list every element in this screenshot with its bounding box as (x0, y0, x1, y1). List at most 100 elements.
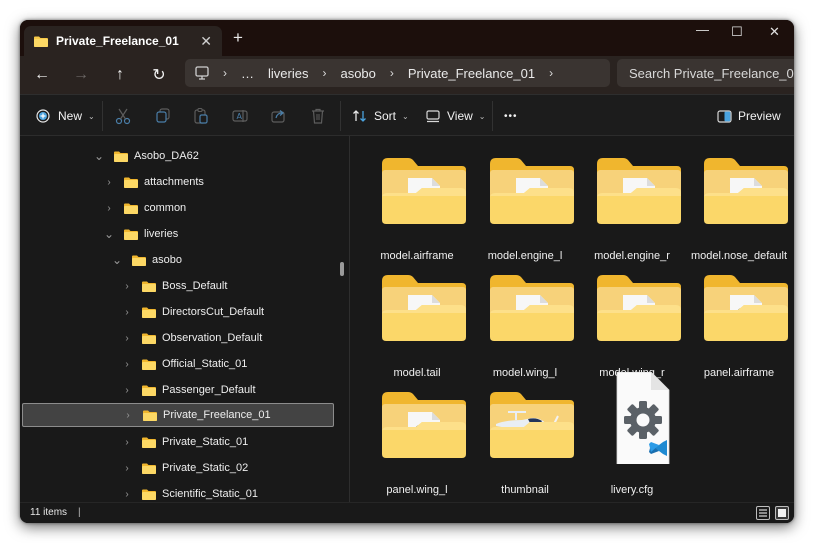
chevron-down-icon[interactable]: ⌄ (110, 253, 124, 267)
tree-item[interactable]: › Boss_Default (22, 274, 334, 298)
tree-item[interactable]: › Private_Freelance_01 (22, 403, 334, 427)
paste-icon[interactable] (192, 107, 210, 125)
tree-item[interactable]: › Observation_Default (22, 326, 334, 350)
folder-icon (142, 437, 156, 448)
breadcrumb-separator[interactable]: › (390, 66, 394, 80)
cut-icon[interactable] (114, 107, 132, 125)
new-tab-button[interactable]: + (233, 29, 243, 46)
chevron-right-icon[interactable]: › (120, 437, 134, 448)
tree-item[interactable]: › DirectorsCut_Default (22, 300, 334, 324)
breadcrumb-asobo[interactable]: asobo (340, 66, 375, 81)
command-bar: New ⌄ A Sort ⌄ View ⌄ ••• Preview (20, 94, 794, 136)
file-name: model.engine_r (594, 250, 670, 262)
tree-item[interactable]: › attachments (22, 170, 334, 194)
file-item[interactable]: model.engine_r (581, 156, 681, 268)
folder-icon (142, 359, 156, 370)
tree-item[interactable]: › Passenger_Default (22, 378, 334, 402)
tree-item[interactable]: ⌄ asobo (22, 248, 334, 272)
chevron-down-icon: ⌄ (478, 111, 486, 121)
tree-item-label: attachments (144, 176, 204, 188)
chevron-right-icon[interactable]: › (120, 333, 134, 344)
tree-item[interactable]: ⌄ liveries (22, 222, 334, 246)
file-item[interactable]: thumbnail (474, 390, 574, 502)
breadcrumb-liveries[interactable]: liveries (268, 66, 308, 81)
chevron-down-icon[interactable]: ⌄ (92, 149, 106, 163)
large-icons-view-icon[interactable] (775, 506, 789, 520)
file-item[interactable]: model.wing_l (474, 273, 574, 385)
delete-icon[interactable] (309, 107, 327, 125)
folder-icon (382, 275, 466, 341)
tree-item[interactable]: › Private_Static_01 (22, 430, 334, 454)
share-icon[interactable] (270, 107, 288, 125)
tree-item-label: Asobo_DA62 (134, 150, 199, 162)
chevron-right-icon[interactable]: › (120, 385, 134, 396)
status-bar: 11 items | (20, 502, 794, 523)
file-item[interactable]: model.wing_r (581, 273, 681, 385)
divider (492, 101, 493, 131)
this-pc-icon[interactable] (195, 66, 209, 80)
minimize-button[interactable]: — (696, 22, 709, 37)
chevron-right-icon[interactable]: › (102, 203, 116, 214)
file-item[interactable]: panel.wing_l (366, 390, 466, 502)
tree-item[interactable]: › common (22, 196, 334, 220)
preview-label: Preview (738, 109, 781, 123)
refresh-button[interactable]: ↻ (148, 64, 170, 86)
file-item[interactable]: livery.cfg (581, 372, 681, 496)
title-bar: Private_Freelance_01 ✕ + — ☐ ✕ (20, 20, 794, 56)
tree-item[interactable]: ⌄ Asobo_DA62 (22, 144, 334, 168)
file-item[interactable]: model.engine_l (474, 156, 574, 268)
divider (340, 101, 341, 131)
tree-item-label: Observation_Default (162, 332, 263, 344)
chevron-right-icon[interactable]: › (102, 177, 116, 188)
breadcrumb-private-freelance[interactable]: Private_Freelance_01 (408, 66, 535, 81)
chevron-right-icon[interactable]: › (120, 489, 134, 500)
view-button[interactable]: View ⌄ (426, 105, 486, 127)
tree-item[interactable]: › Official_Static_01 (22, 352, 334, 376)
folder-icon (142, 463, 156, 474)
rename-icon[interactable]: A (231, 107, 249, 125)
copy-icon[interactable] (154, 107, 172, 125)
tree-item-label: liveries (144, 228, 179, 240)
chevron-right-icon[interactable]: › (120, 281, 134, 292)
folder-icon (142, 333, 156, 344)
forward-button[interactable]: → (70, 64, 92, 86)
nav-pane-scrollbar[interactable] (340, 262, 344, 276)
tree-item-label: Private_Static_02 (162, 462, 249, 474)
address-bar[interactable]: › … liveries › asobo › Private_Freelance… (185, 59, 610, 87)
maximize-button[interactable]: ☐ (731, 24, 743, 40)
folder-icon (597, 275, 681, 341)
breadcrumb-overflow[interactable]: … (241, 66, 254, 81)
chevron-right-icon[interactable]: › (120, 359, 134, 370)
search-input[interactable] (617, 59, 794, 87)
preview-pane-icon (717, 109, 732, 123)
chevron-right-icon[interactable]: › (120, 463, 134, 474)
back-button[interactable]: ← (31, 64, 53, 86)
breadcrumb-separator[interactable]: › (322, 66, 326, 80)
tree-item[interactable]: › Private_Static_02 (22, 456, 334, 480)
details-view-icon[interactable] (756, 506, 770, 520)
preview-button[interactable]: Preview (717, 105, 781, 127)
folder-icon (114, 151, 128, 162)
svg-text:A: A (237, 112, 243, 121)
file-item[interactable]: panel.airframe (688, 273, 788, 385)
folder-icon (124, 177, 138, 188)
sort-label: Sort (374, 109, 397, 123)
more-options-button[interactable]: ••• (504, 105, 518, 127)
file-item[interactable]: model.airframe (366, 156, 466, 268)
file-item[interactable]: model.nose_default (688, 156, 788, 268)
sort-button[interactable]: Sort ⌄ (352, 105, 409, 127)
chevron-down-icon[interactable]: ⌄ (102, 227, 116, 241)
close-window-button[interactable]: ✕ (769, 24, 780, 40)
tab-private-freelance[interactable]: Private_Freelance_01 ✕ (24, 26, 222, 56)
new-button[interactable]: New ⌄ (36, 105, 95, 127)
chevron-right-icon[interactable]: › (120, 307, 134, 318)
file-name: model.nose_default (690, 250, 787, 262)
file-item[interactable]: model.tail (366, 273, 466, 385)
up-button[interactable]: ↑ (109, 64, 131, 86)
close-tab-button[interactable]: ✕ (200, 33, 212, 50)
folder-icon (142, 307, 156, 318)
breadcrumb-separator[interactable]: › (223, 66, 227, 80)
chevron-right-icon[interactable]: › (121, 410, 135, 421)
file-name: panel.airframe (703, 367, 775, 379)
breadcrumb-separator[interactable]: › (549, 66, 553, 80)
